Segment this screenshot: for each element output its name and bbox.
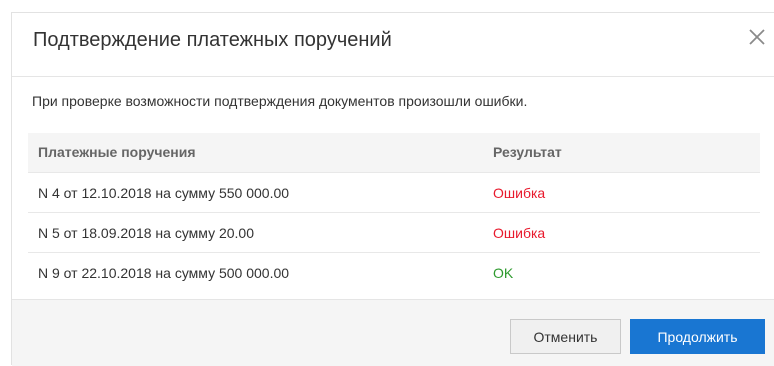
table-row: N 5 от 18.09.2018 на сумму 20.00 Ошибка xyxy=(28,213,760,253)
cancel-button[interactable]: Отменить xyxy=(510,319,621,354)
dialog-body: При проверке возможности подтверждения д… xyxy=(12,77,774,299)
close-icon[interactable] xyxy=(746,26,768,48)
dialog-title: Подтверждение платежных поручений xyxy=(33,29,392,51)
table-row: N 4 от 12.10.2018 на сумму 550 000.00 Ош… xyxy=(28,173,760,213)
dialog-footer: Отменить Продолжить xyxy=(12,299,774,366)
row-result-status: Ошибка xyxy=(493,185,546,201)
dialog-header: Подтверждение платежных поручений xyxy=(12,13,774,77)
column-header-result: Результат xyxy=(493,144,562,160)
column-header-documents: Платежные поручения xyxy=(38,144,196,160)
row-document: N 5 от 18.09.2018 на сумму 20.00 xyxy=(38,225,254,241)
payment-orders-table: Платежные поручения Результат N 4 от 12.… xyxy=(28,133,760,293)
confirm-payment-orders-dialog: Подтверждение платежных поручений При пр… xyxy=(11,12,774,366)
table-header: Платежные поручения Результат xyxy=(28,133,760,173)
row-document: N 4 от 12.10.2018 на сумму 550 000.00 xyxy=(38,185,290,201)
error-message: При проверке возможности подтверждения д… xyxy=(32,93,528,109)
row-result-status: OK xyxy=(493,265,514,281)
table-row: N 9 от 22.10.2018 на сумму 500 000.00 OK xyxy=(28,253,760,293)
row-result-status: Ошибка xyxy=(493,225,546,241)
row-document: N 9 от 22.10.2018 на сумму 500 000.00 xyxy=(38,265,290,281)
continue-button[interactable]: Продолжить xyxy=(630,319,765,354)
